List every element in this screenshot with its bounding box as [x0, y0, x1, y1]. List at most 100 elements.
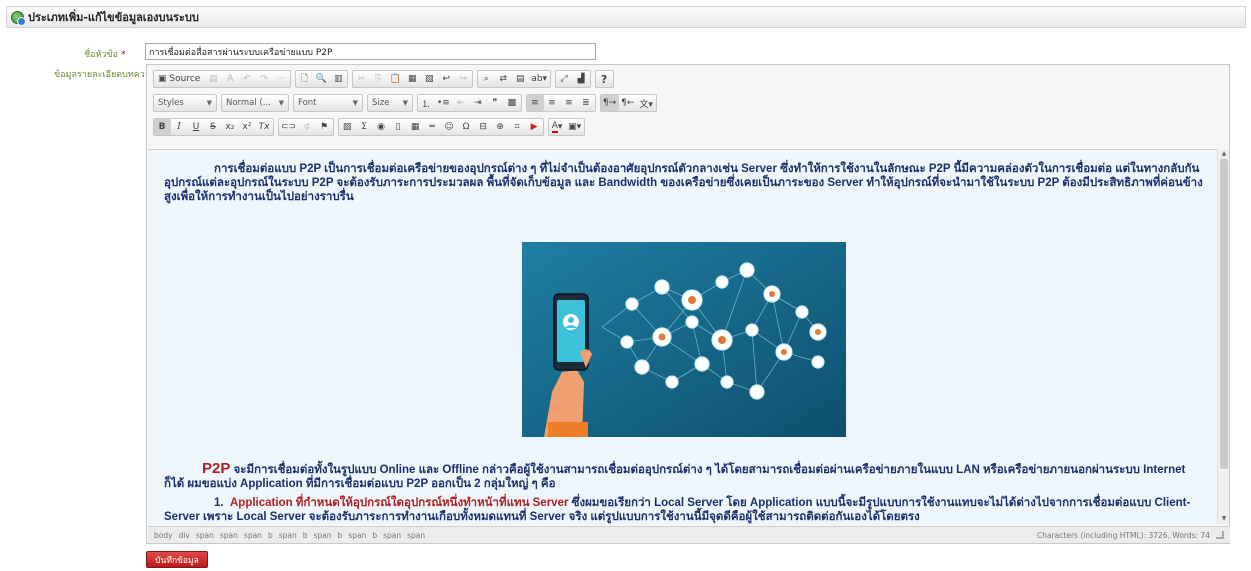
rtl-button[interactable]: ¶←: [619, 95, 637, 111]
paste-word-button[interactable]: ▧: [421, 71, 438, 87]
paste-text-button[interactable]: ▦: [404, 71, 421, 87]
strike-button[interactable]: S: [205, 119, 222, 135]
resize-grip-icon[interactable]: [1216, 531, 1224, 539]
superscript-button[interactable]: x²: [239, 119, 256, 135]
indent-button[interactable]: ⇥: [470, 95, 487, 111]
strike-icon: S: [210, 122, 216, 132]
title-input[interactable]: [145, 43, 596, 60]
element-path-item[interactable]: body: [154, 531, 173, 540]
check-spelling-button[interactable]: A: [222, 71, 239, 87]
anchor-button[interactable]: ⚑: [316, 119, 333, 135]
align-center-button[interactable]: ≡: [544, 95, 561, 111]
element-path-item[interactable]: span: [407, 531, 425, 540]
save-button[interactable]: บันทึกข้อมูล: [146, 551, 208, 568]
spellcheck-button[interactable]: ab▾: [529, 71, 550, 87]
globe-button[interactable]: ⊕: [492, 119, 509, 135]
undo-edit-button[interactable]: ↩: [438, 71, 455, 87]
div-button[interactable]: ▩: [504, 95, 521, 111]
source-icon: ▣: [158, 74, 167, 84]
replace-button[interactable]: ⇄: [495, 71, 512, 87]
element-path-item[interactable]: span: [244, 531, 262, 540]
blockquote-button[interactable]: ❞: [487, 95, 504, 111]
language-button[interactable]: 文▾: [637, 95, 656, 111]
flash-button[interactable]: ◉: [373, 119, 390, 135]
maximize-button[interactable]: ⤢: [556, 71, 573, 87]
preview-button[interactable]: 🔍: [313, 71, 330, 87]
youtube-button[interactable]: ▶: [526, 119, 543, 135]
help-button[interactable]: ?: [596, 71, 613, 87]
copy-button[interactable]: ⎘: [370, 71, 387, 87]
background-color-button[interactable]: ▣▾: [566, 119, 584, 135]
image-button[interactable]: ▨: [339, 119, 356, 135]
element-path-item[interactable]: b: [372, 531, 377, 540]
redo-button[interactable]: ↷: [256, 71, 273, 87]
underline-icon: U: [192, 122, 200, 132]
horizontal-line-button[interactable]: ═: [424, 119, 441, 135]
numbered-list-button[interactable]: ⒈: [418, 95, 435, 111]
bulleted-list-button[interactable]: •≡: [435, 95, 453, 111]
outdent-button[interactable]: ⇤: [453, 95, 470, 111]
template-button[interactable]: ⋯: [273, 71, 290, 87]
scroll-thumb[interactable]: [1220, 159, 1228, 469]
element-path-item[interactable]: span: [196, 531, 214, 540]
toolbar-row-3: B I U S x₂ x² Tx ⊂⊃ ⊄ ⚑ ▨ Σ ◉ ▯ ▦ ═ ☺ Ω …: [153, 118, 586, 136]
font-combo[interactable]: Font ▼: [293, 94, 363, 112]
remove-format-button[interactable]: Tx: [256, 119, 273, 135]
element-path-item[interactable]: b: [268, 531, 273, 540]
paste-button[interactable]: 📋: [387, 71, 404, 87]
element-path-item[interactable]: span: [383, 531, 401, 540]
globe-edit-icon: [11, 10, 26, 26]
title-label: ชื่อหัวข้อ *: [84, 50, 126, 60]
select-all-button[interactable]: ▤: [512, 71, 529, 87]
link-button[interactable]: ⊂⊃: [279, 119, 299, 135]
text-color-button[interactable]: A ▾: [549, 119, 566, 135]
scroll-down-icon[interactable]: ▼: [1218, 514, 1230, 524]
bold-button[interactable]: B: [154, 119, 171, 135]
iframe-button[interactable]: ▯: [390, 119, 407, 135]
align-left-button[interactable]: ≡: [526, 95, 544, 111]
toolbar-row-1: ▣ Source ▤ A ↶ ↷ ⋯ 🗋 🔍 ▥ ✂ ⎘ 📋 ▦ ▧ ↩ ↪ ⌕…: [153, 70, 615, 88]
new-page-button[interactable]: 🗋: [296, 71, 313, 87]
panel-header: ประเภทเพิ่ม-แก้ไขข้อมูลเองบนระบบ: [6, 6, 1246, 28]
italic-button[interactable]: I: [171, 119, 188, 135]
show-blocks-button[interactable]: ▟: [573, 71, 590, 87]
toolbar-row-2: Styles ▼ Normal (... ▼ Font ▼ Size ▼ ⒈ •≡ ⇤ …: [153, 94, 657, 112]
source-button[interactable]: ▣ Source: [154, 71, 205, 87]
element-path-item[interactable]: span: [314, 531, 332, 540]
scroll-up-icon[interactable]: ▲: [1218, 149, 1230, 159]
save-doc-button[interactable]: ▤: [205, 71, 222, 87]
element-path-item[interactable]: b: [338, 531, 343, 540]
size-combo[interactable]: Size ▼: [367, 94, 413, 112]
ltr-button[interactable]: ¶→: [600, 95, 620, 111]
find-button[interactable]: ⌕: [478, 71, 495, 87]
print-button[interactable]: ▥: [330, 71, 347, 87]
p2p-network-illustration: [522, 242, 846, 437]
code-snippet-button[interactable]: ⌗: [509, 119, 526, 135]
justify-button[interactable]: ≣: [578, 95, 595, 111]
cut-button[interactable]: ✂: [353, 71, 370, 87]
align-right-button[interactable]: ≡: [561, 95, 578, 111]
paragraph-2: P2P จะมีการเชื่อมต่อทั้งในรูปแบบ Online …: [164, 460, 1186, 490]
element-path-item[interactable]: b: [303, 531, 308, 540]
table-button[interactable]: ▦: [407, 119, 424, 135]
element-path-item[interactable]: div: [179, 531, 190, 540]
editor-statusbar: body div span span span b span b span b span b span s…: [148, 526, 1230, 543]
detail-label: ข้อมูลรายละเอียดบทความ: [54, 70, 156, 80]
styles-combo[interactable]: Styles ▼: [153, 94, 217, 112]
unlink-button[interactable]: ⊄: [299, 119, 316, 135]
special-char-button[interactable]: Ω: [458, 119, 475, 135]
element-path-item[interactable]: span: [348, 531, 366, 540]
bold-icon: B: [158, 122, 166, 132]
undo-button[interactable]: ↶: [239, 71, 256, 87]
formula-button[interactable]: Σ: [356, 119, 373, 135]
element-path-item[interactable]: span: [220, 531, 238, 540]
format-combo[interactable]: Normal (... ▼: [221, 94, 289, 112]
editor-content[interactable]: การเชื่อมต่อแบบ P2P เป็นการเชื่อมต่อเครื…: [148, 149, 1217, 524]
smiley-button[interactable]: ☺: [441, 119, 458, 135]
page-break-button[interactable]: ⊟: [475, 119, 492, 135]
editor-scrollbar[interactable]: ▲ ▼: [1217, 149, 1229, 524]
element-path-item[interactable]: span: [279, 531, 297, 540]
underline-button[interactable]: U: [188, 119, 205, 135]
subscript-button[interactable]: x₂: [222, 119, 239, 135]
redo-edit-button[interactable]: ↪: [455, 71, 472, 87]
